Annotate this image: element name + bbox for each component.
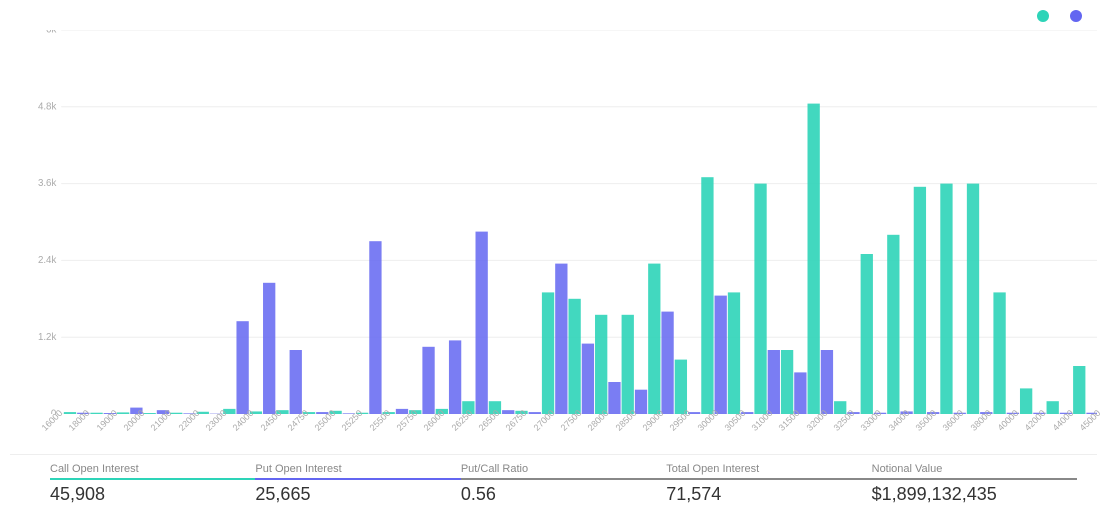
chart-inner: 01.2k2.4k3.6k4.8k6k 16000180001900020000… xyxy=(32,10,1097,454)
stat-item: Notional Value $1,899,132,435 xyxy=(872,463,1077,505)
svg-text:4.8k: 4.8k xyxy=(38,101,56,112)
stat-item: Put Open Interest 25,665 xyxy=(255,463,460,505)
y-axis-label xyxy=(10,10,30,454)
legend-puts xyxy=(1070,10,1087,22)
stat-item: Call Open Interest 45,908 xyxy=(50,463,255,505)
main-container: 01.2k2.4k3.6k4.8k6k 16000180001900020000… xyxy=(0,0,1107,510)
stat-item: Put/Call Ratio 0.56 xyxy=(461,463,666,505)
stat-label: Total Open Interest xyxy=(666,463,871,480)
stat-label: Notional Value xyxy=(872,463,1077,480)
stat-value: 71,574 xyxy=(666,484,871,505)
chart-area: 01.2k2.4k3.6k4.8k6k 16000180001900020000… xyxy=(10,10,1097,454)
stat-label: Put/Call Ratio xyxy=(461,463,666,480)
svg-text:2.4k: 2.4k xyxy=(38,255,56,266)
svg-text:3.6k: 3.6k xyxy=(38,178,56,189)
stats-row: Call Open Interest 45,908Put Open Interes… xyxy=(10,454,1097,510)
svg-text:6k: 6k xyxy=(46,30,56,36)
stat-value: $1,899,132,435 xyxy=(872,484,1077,505)
legend xyxy=(1037,10,1087,22)
stat-value: 0.56 xyxy=(461,484,666,505)
x-axis: 1600018000190002000021000220002300024000… xyxy=(32,414,1097,454)
chart-svg: 01.2k2.4k3.6k4.8k6k xyxy=(32,30,1097,414)
stat-value: 25,665 xyxy=(255,484,460,505)
calls-dot xyxy=(1037,10,1049,22)
svg-text:1.2k: 1.2k xyxy=(38,332,56,343)
puts-dot xyxy=(1070,10,1082,22)
stat-item: Total Open Interest 71,574 xyxy=(666,463,871,505)
legend-calls xyxy=(1037,10,1054,22)
stat-label: Call Open Interest xyxy=(50,463,255,480)
chart-svg-container: 01.2k2.4k3.6k4.8k6k xyxy=(32,30,1097,414)
stat-label: Put Open Interest xyxy=(255,463,460,480)
stat-value: 45,908 xyxy=(50,484,255,505)
